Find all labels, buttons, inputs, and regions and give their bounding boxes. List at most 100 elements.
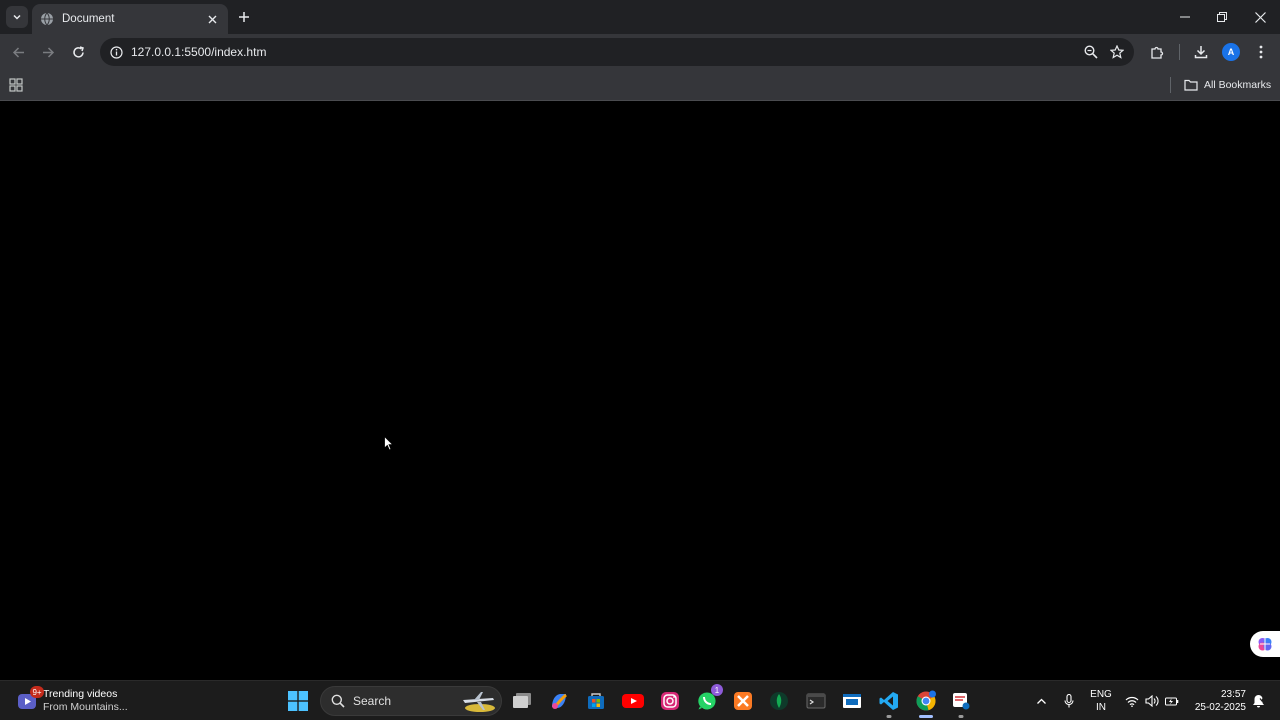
forward-button[interactable] bbox=[37, 41, 59, 63]
store-icon bbox=[588, 693, 604, 709]
xampp-icon bbox=[734, 692, 752, 710]
arrow-right-icon bbox=[42, 46, 54, 58]
microphone-icon bbox=[1064, 694, 1074, 708]
chevron-up-icon bbox=[1036, 698, 1046, 704]
minimize-icon bbox=[1180, 16, 1190, 18]
youtube-icon bbox=[622, 694, 644, 708]
tab-close-button[interactable] bbox=[204, 11, 220, 27]
back-button[interactable] bbox=[7, 41, 29, 63]
info-icon bbox=[109, 45, 123, 59]
browser-menu-button[interactable] bbox=[1250, 41, 1272, 63]
snipping-tool-app[interactable] bbox=[949, 689, 973, 718]
search-icon bbox=[331, 694, 345, 708]
close-icon bbox=[1254, 11, 1266, 23]
downloads-button[interactable] bbox=[1190, 41, 1212, 63]
instagram-icon bbox=[661, 692, 679, 710]
window-icon bbox=[843, 694, 861, 708]
tab-title: Document bbox=[62, 13, 115, 25]
vscode-icon bbox=[879, 692, 898, 710]
terminal-app[interactable] bbox=[804, 689, 828, 713]
clock-time: 23:57 bbox=[1220, 689, 1246, 700]
tab-document[interactable]: Document bbox=[32, 4, 228, 34]
system-clock[interactable]: 23:57 25-02-2025 bbox=[1188, 688, 1246, 714]
restore-button[interactable] bbox=[1203, 0, 1241, 34]
floating-assistant-button[interactable] bbox=[1250, 631, 1280, 657]
chrome-icon bbox=[916, 690, 936, 711]
vscode-running-indicator bbox=[886, 715, 892, 718]
battery-charging-icon bbox=[1165, 697, 1179, 706]
microsoft-store-app[interactable] bbox=[584, 689, 608, 713]
address-bar[interactable]: 127.0.0.1:5500/index.htm bbox=[100, 38, 1134, 66]
globe-icon bbox=[41, 12, 53, 26]
tab-strip: Document bbox=[0, 0, 1280, 34]
mongodb-leaf-icon bbox=[770, 692, 788, 710]
search-label: Search bbox=[353, 694, 392, 708]
widget-line1: Trending videos bbox=[43, 688, 118, 700]
notifications-button[interactable] bbox=[1250, 689, 1266, 713]
bookmarks-separator bbox=[1170, 77, 1171, 93]
whatsapp-app[interactable]: 1 bbox=[695, 684, 723, 713]
reload-icon bbox=[72, 45, 84, 58]
arrow-left-icon bbox=[12, 46, 24, 58]
search-highlight-airplane-icon bbox=[463, 692, 495, 712]
zoom-icon bbox=[1084, 45, 1098, 59]
browser-toolbar: 127.0.0.1:5500/index.htm A bbox=[0, 34, 1280, 70]
apps-grid-icon[interactable] bbox=[8, 77, 24, 93]
page-content[interactable] bbox=[0, 101, 1280, 680]
language-code: ENG bbox=[1090, 689, 1112, 700]
minimize-button[interactable] bbox=[1166, 0, 1204, 34]
puzzle-icon bbox=[1150, 46, 1163, 59]
site-info-button[interactable] bbox=[108, 44, 124, 60]
widget-badge: 9+ bbox=[30, 686, 44, 698]
instagram-app[interactable] bbox=[658, 689, 682, 713]
widget-line2: From Mountains... bbox=[43, 701, 128, 713]
chevron-down-icon bbox=[13, 14, 21, 20]
reload-button[interactable] bbox=[67, 41, 89, 63]
new-tab-button[interactable] bbox=[234, 7, 254, 27]
vscode-app[interactable] bbox=[877, 689, 901, 718]
whatsapp-badge: 1 bbox=[711, 684, 723, 696]
bell-icon bbox=[1252, 695, 1265, 708]
close-window-button[interactable] bbox=[1241, 0, 1279, 34]
more-vertical-icon bbox=[1259, 45, 1263, 59]
volume-button[interactable] bbox=[1143, 689, 1161, 713]
chrome-app[interactable] bbox=[914, 689, 938, 718]
taskbar-search[interactable]: Search bbox=[320, 686, 502, 716]
folder-icon bbox=[1184, 79, 1198, 91]
start-button[interactable] bbox=[286, 689, 310, 713]
toolbar-separator bbox=[1179, 44, 1180, 60]
profile-avatar[interactable]: A bbox=[1222, 43, 1240, 61]
bookmark-star-button[interactable] bbox=[1104, 39, 1130, 65]
zoom-button[interactable] bbox=[1078, 39, 1104, 65]
download-icon bbox=[1194, 46, 1208, 59]
battery-button[interactable] bbox=[1163, 689, 1181, 713]
snipping-running-indicator bbox=[958, 715, 964, 718]
mouse-cursor-icon bbox=[384, 436, 394, 451]
url-text[interactable]: 127.0.0.1:5500/index.htm bbox=[131, 45, 1078, 59]
copilot-app[interactable] bbox=[547, 689, 571, 713]
close-icon bbox=[208, 15, 216, 23]
widget-icon: 9+ bbox=[16, 686, 44, 712]
extensions-button[interactable] bbox=[1146, 41, 1168, 63]
plus-icon bbox=[239, 12, 249, 22]
file-viewer-app[interactable] bbox=[840, 689, 864, 713]
task-view-button[interactable] bbox=[510, 689, 534, 713]
mongodb-compass-app[interactable] bbox=[767, 689, 791, 713]
wifi-icon bbox=[1125, 696, 1139, 707]
widgets-button[interactable]: 9+ Trending videos From Mountains... bbox=[16, 686, 128, 716]
all-bookmarks-label: All Bookmarks bbox=[1204, 79, 1272, 91]
xampp-app[interactable] bbox=[731, 689, 755, 713]
restore-icon bbox=[1217, 12, 1227, 22]
language-indicator[interactable]: ENG IN bbox=[1088, 688, 1114, 714]
tab-search-button[interactable] bbox=[6, 6, 28, 28]
brain-icon bbox=[1258, 638, 1272, 651]
volume-icon bbox=[1145, 695, 1159, 707]
microphone-button[interactable] bbox=[1060, 689, 1078, 713]
language-region: IN bbox=[1096, 702, 1106, 713]
wifi-button[interactable] bbox=[1123, 689, 1141, 713]
task-view-icon bbox=[513, 693, 531, 708]
show-hidden-icons-button[interactable] bbox=[1032, 689, 1050, 713]
windows-logo-icon bbox=[288, 691, 308, 711]
youtube-app[interactable] bbox=[621, 689, 645, 713]
all-bookmarks-button[interactable]: All Bookmarks bbox=[1184, 76, 1271, 94]
